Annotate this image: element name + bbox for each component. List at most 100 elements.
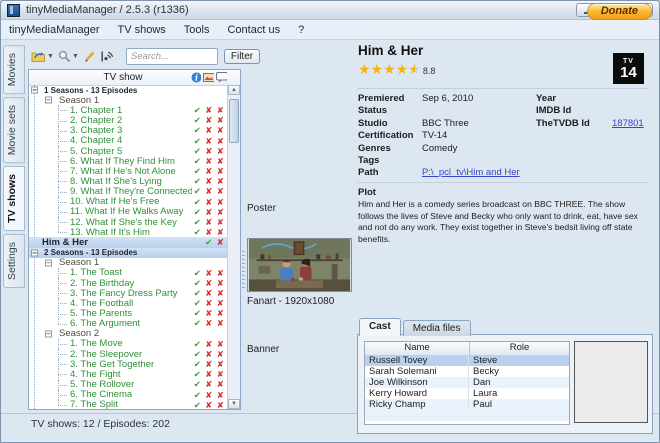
tree-row[interactable]: Season 2 xyxy=(29,328,228,339)
donate-button[interactable]: Donate xyxy=(586,3,652,20)
module-tab[interactable]: TV shows xyxy=(3,166,25,232)
check-icon xyxy=(203,238,215,247)
tree-row-status-icons xyxy=(192,350,227,359)
cast-row[interactable]: Kerry Howard Laura xyxy=(365,388,569,399)
search-input[interactable] xyxy=(125,47,218,65)
missing-x-icon xyxy=(215,137,227,146)
tree-scrollbar[interactable]: ▲ ▼ xyxy=(227,85,240,409)
module-tab-strip: Movies Movie sets TV shows Settings xyxy=(3,45,25,289)
tree-row[interactable]: 10. What If He's Free xyxy=(29,196,228,207)
cast-table-header[interactable]: Name Role xyxy=(365,342,569,356)
tree-row[interactable]: 4. The Football xyxy=(29,298,228,309)
missing-x-icon xyxy=(215,126,227,135)
tree-row[interactable]: 1 Seasons - 13 Episodes xyxy=(29,85,228,95)
tree-row[interactable]: 1. The Move xyxy=(29,338,228,349)
star-icon: ★ xyxy=(395,61,409,77)
star-icon: ★ xyxy=(408,61,421,77)
menu-item[interactable]: Tools xyxy=(184,24,210,36)
tree-row[interactable]: 2. The Birthday xyxy=(29,278,228,289)
tree-row[interactable]: 3. The Fancy Dress Party xyxy=(29,288,228,299)
tree-row-status-icons xyxy=(192,137,227,146)
tree-row-status-icons xyxy=(192,401,227,409)
tree-row-label: Him & Her xyxy=(42,236,88,248)
search-scrape-button[interactable]: ▼ xyxy=(58,50,79,63)
tree-row[interactable]: 1. Chapter 1 xyxy=(29,105,228,116)
missing-x-icon xyxy=(215,299,227,308)
cast-row[interactable]: Joe Wilkinson Dan xyxy=(365,377,569,388)
missing-x-icon xyxy=(203,309,215,318)
missing-x-icon xyxy=(215,228,227,237)
update-datasource-button[interactable]: ▼ xyxy=(31,50,54,62)
tree-row-status-icons xyxy=(192,309,227,318)
tree-row[interactable]: 12. What If She's the Key xyxy=(29,217,228,228)
tree-row[interactable]: 9. What If They're Connected xyxy=(29,186,228,197)
tree-row[interactable]: 13. What If It's Him xyxy=(29,227,228,238)
menu-item[interactable]: TV shows xyxy=(118,24,166,36)
check-icon xyxy=(192,279,204,288)
cast-row[interactable]: Sarah Solemani Becky xyxy=(365,366,569,377)
name-column-header[interactable]: Name xyxy=(365,342,470,355)
missing-x-icon xyxy=(215,350,227,359)
menu-item[interactable]: Contact us xyxy=(227,24,280,36)
badge-rating-text: 14 xyxy=(620,63,637,81)
tree-row[interactable]: 2. Chapter 2 xyxy=(29,115,228,126)
path-link[interactable]: P:\_pcl_tv\Him and Her xyxy=(422,167,520,178)
tree-row-status-icons xyxy=(192,198,227,207)
menu-item[interactable]: ? xyxy=(298,24,304,36)
tree-row[interactable]: Season 1 xyxy=(29,257,228,268)
plot-text: Him and Her is a comedy series broadcast… xyxy=(358,199,638,244)
check-icon xyxy=(192,137,204,146)
tree-row[interactable]: 1. The Toast xyxy=(29,267,228,278)
tree-row[interactable]: 4. Chapter 4 xyxy=(29,135,228,146)
check-icon xyxy=(192,269,204,278)
window-title: tinyMediaManager / 2.5.3 (r1336) xyxy=(26,4,189,16)
tree-row[interactable]: 3. Chapter 3 xyxy=(29,125,228,136)
scroll-down-arrow[interactable]: ▼ xyxy=(228,399,240,409)
tree-row[interactable]: 6. The Cinema xyxy=(29,389,228,400)
cast-row[interactable]: Ricky Champ Paul xyxy=(365,399,569,410)
role-column-header[interactable]: Role xyxy=(470,342,569,355)
missing-x-icon xyxy=(215,218,227,227)
cast-row[interactable]: Russell Tovey Steve xyxy=(365,355,569,366)
missing-x-icon xyxy=(203,370,215,379)
edit-button[interactable] xyxy=(83,50,96,63)
module-tab[interactable]: Settings xyxy=(3,234,25,289)
check-icon xyxy=(192,198,204,207)
missing-x-icon xyxy=(203,137,215,146)
detail-tab[interactable]: Cast xyxy=(359,318,401,336)
scroll-up-arrow[interactable]: ▲ xyxy=(228,85,240,95)
dropdown-arrow-icon: ▼ xyxy=(71,52,79,60)
tree-row[interactable]: 7. What If He's Not Alone xyxy=(29,166,228,177)
tree-row-label: 7. The Split xyxy=(70,399,118,409)
tree-row[interactable]: 4. The Fight xyxy=(29,369,228,380)
tree-row[interactable]: 5. The Rollover xyxy=(29,379,228,390)
scrollbar-thumb[interactable] xyxy=(229,99,239,143)
tree-row[interactable]: 6. What If They Find Him xyxy=(29,156,228,167)
tree-row[interactable]: 8. What If She's Lying xyxy=(29,176,228,187)
app-icon xyxy=(7,3,20,17)
title-bar[interactable]: tinyMediaManager / 2.5.3 (r1336) ✕ xyxy=(1,1,659,20)
tree-header[interactable]: TV show i xyxy=(29,70,240,86)
filter-button[interactable]: Filter xyxy=(223,48,261,64)
tree-row[interactable]: 5. Chapter 5 xyxy=(29,146,228,157)
tree-row[interactable]: 2 Seasons - 13 Episodes xyxy=(29,247,228,258)
tree-row[interactable]: 5. The Parents xyxy=(29,308,228,319)
detail-tab[interactable]: Media files xyxy=(402,320,471,336)
tree-row[interactable]: 6. The Argument xyxy=(29,318,228,329)
rename-scrape-button[interactable] xyxy=(100,50,114,63)
tree-row[interactable]: 11. What If He Walks Away xyxy=(29,206,228,217)
splitter-handle[interactable] xyxy=(242,251,245,291)
module-tab[interactable]: Movie sets xyxy=(3,97,25,164)
tree-row[interactable]: 3. The Get Together xyxy=(29,359,228,370)
tree-row[interactable]: Season 1 xyxy=(29,95,228,106)
missing-x-icon xyxy=(203,198,215,207)
tree-row[interactable]: 2. The Sleepover xyxy=(29,349,228,360)
module-tab[interactable]: Movies xyxy=(3,45,25,95)
missing-x-icon xyxy=(203,340,215,349)
menu-item[interactable]: tinyMediaManager xyxy=(9,24,100,36)
imdb-value xyxy=(612,105,651,117)
tree-row[interactable]: 7. The Split xyxy=(29,399,228,409)
fanart-image[interactable] xyxy=(247,238,352,292)
tree-row[interactable]: Him & Her xyxy=(29,236,228,248)
tvdb-id-link[interactable]: 187801 xyxy=(612,118,644,129)
